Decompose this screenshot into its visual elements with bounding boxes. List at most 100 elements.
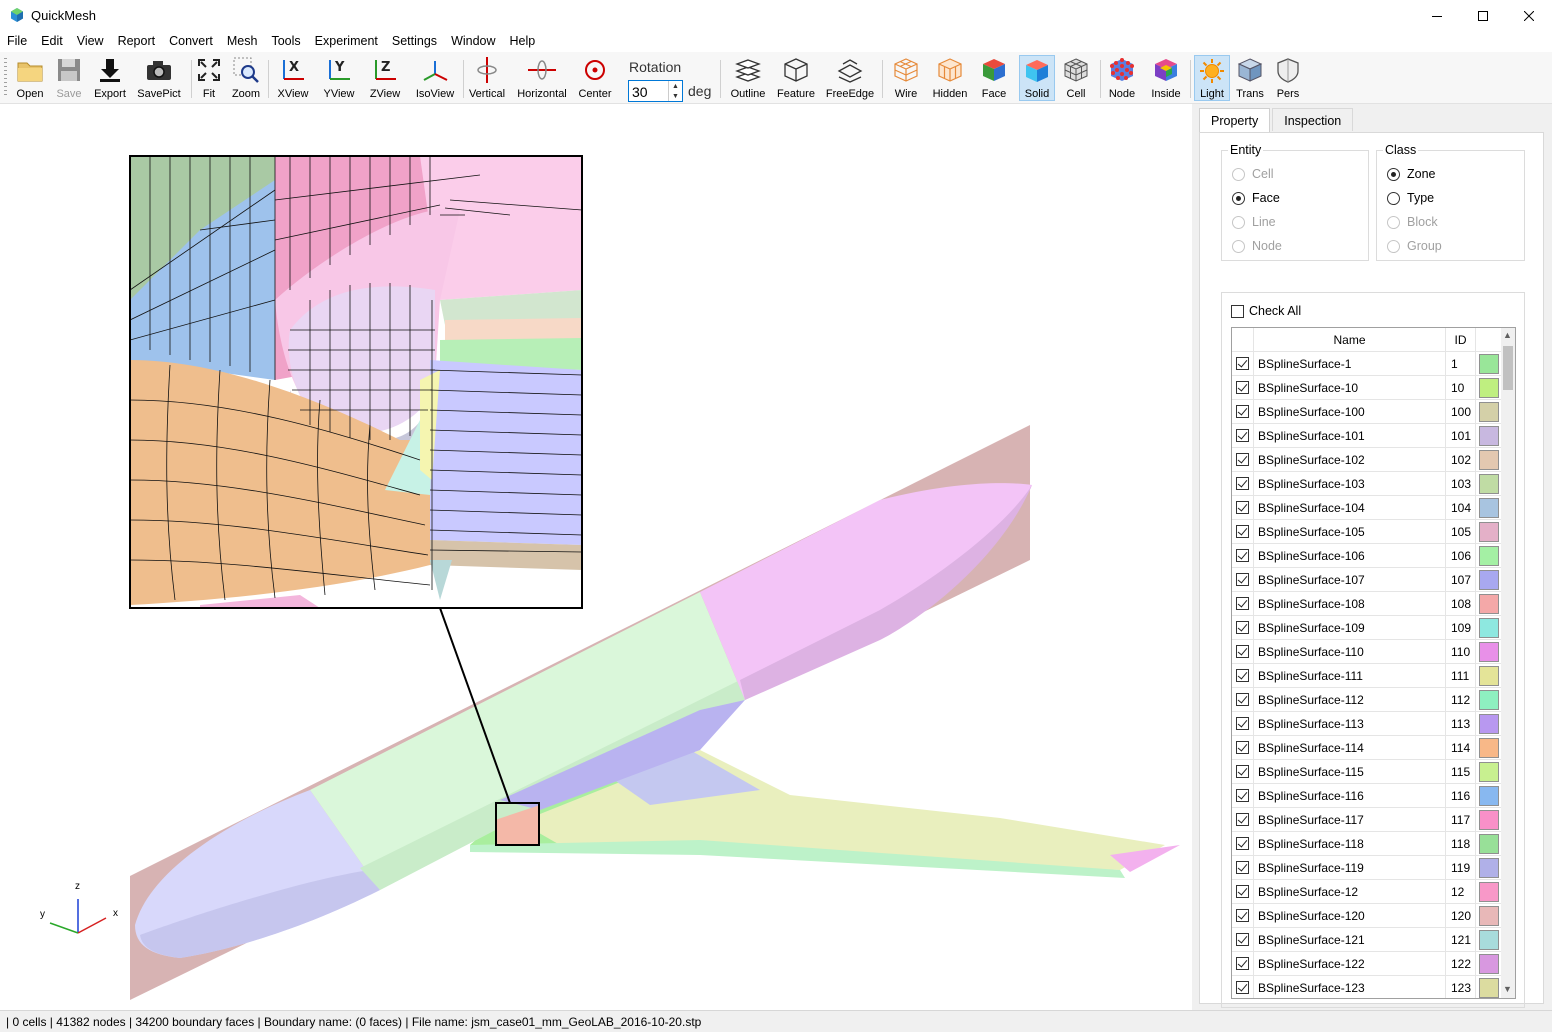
row-checkbox[interactable] — [1236, 429, 1249, 442]
menu-report[interactable]: Report — [111, 31, 163, 52]
row-check-cell[interactable] — [1232, 592, 1254, 616]
row-checkbox[interactable] — [1236, 357, 1249, 370]
aircraft-model-render[interactable] — [0, 104, 1192, 1010]
row-check-cell[interactable] — [1232, 616, 1254, 640]
color-swatch[interactable] — [1478, 425, 1499, 446]
table-scrollbar[interactable]: ▲ ▼ — [1501, 328, 1515, 998]
entity-radio-cell[interactable]: Cell — [1232, 167, 1274, 181]
color-swatch[interactable] — [1478, 473, 1499, 494]
column-header-id[interactable]: ID — [1446, 328, 1476, 352]
column-header-name[interactable]: Name — [1254, 328, 1446, 352]
table-row[interactable]: BSplineSurface-109 109 — [1232, 616, 1502, 640]
row-checkbox[interactable] — [1236, 957, 1249, 970]
row-color-cell[interactable] — [1476, 880, 1502, 904]
row-color-cell[interactable] — [1476, 784, 1502, 808]
row-check-cell[interactable] — [1232, 448, 1254, 472]
table-row[interactable]: BSplineSurface-116 116 — [1232, 784, 1502, 808]
menu-view[interactable]: View — [70, 31, 111, 52]
row-checkbox[interactable] — [1236, 525, 1249, 538]
color-swatch[interactable] — [1478, 665, 1499, 686]
row-color-cell[interactable] — [1476, 640, 1502, 664]
table-row[interactable]: BSplineSurface-102 102 — [1232, 448, 1502, 472]
zview-button[interactable]: Z ZView — [367, 55, 403, 101]
row-color-cell[interactable] — [1476, 832, 1502, 856]
row-checkbox[interactable] — [1236, 477, 1249, 490]
row-color-cell[interactable] — [1476, 664, 1502, 688]
isoview-button[interactable]: IsoView — [413, 55, 457, 101]
3d-viewport[interactable]: z y x — [0, 104, 1192, 1010]
hidden-button[interactable]: Hidden — [930, 55, 970, 101]
row-checkbox[interactable] — [1236, 861, 1249, 874]
maximize-button[interactable] — [1460, 0, 1506, 31]
color-swatch[interactable] — [1478, 449, 1499, 470]
row-color-cell[interactable] — [1476, 616, 1502, 640]
color-swatch[interactable] — [1478, 713, 1499, 734]
light-button[interactable]: Light — [1194, 55, 1230, 101]
color-swatch[interactable] — [1478, 497, 1499, 518]
menu-mesh[interactable]: Mesh — [220, 31, 265, 52]
row-check-cell[interactable] — [1232, 976, 1254, 998]
row-checkbox[interactable] — [1236, 573, 1249, 586]
row-check-cell[interactable] — [1232, 784, 1254, 808]
color-swatch[interactable] — [1478, 809, 1499, 830]
menu-edit[interactable]: Edit — [34, 31, 70, 52]
solid-button[interactable]: Solid — [1019, 55, 1055, 101]
row-color-cell[interactable] — [1476, 952, 1502, 976]
row-color-cell[interactable] — [1476, 712, 1502, 736]
menu-convert[interactable]: Convert — [162, 31, 220, 52]
row-checkbox[interactable] — [1236, 645, 1249, 658]
row-check-cell[interactable] — [1232, 640, 1254, 664]
rotation-spinbox[interactable]: 30 ▲ ▼ — [628, 80, 683, 102]
row-color-cell[interactable] — [1476, 424, 1502, 448]
entity-radio-face[interactable]: Face — [1232, 191, 1280, 205]
minimize-button[interactable] — [1414, 0, 1460, 31]
savepict-button[interactable]: SavePict — [136, 55, 182, 101]
row-checkbox[interactable] — [1236, 501, 1249, 514]
toolbar-grip[interactable] — [4, 58, 7, 98]
row-checkbox[interactable] — [1236, 621, 1249, 634]
scroll-up-icon[interactable]: ▲ — [1503, 330, 1512, 340]
menu-help[interactable]: Help — [503, 31, 543, 52]
table-row[interactable]: BSplineSurface-119 119 — [1232, 856, 1502, 880]
row-checkbox[interactable] — [1236, 693, 1249, 706]
close-button[interactable] — [1506, 0, 1552, 31]
row-checkbox[interactable] — [1236, 837, 1249, 850]
row-checkbox[interactable] — [1236, 981, 1249, 994]
table-row[interactable]: BSplineSurface-118 118 — [1232, 832, 1502, 856]
color-swatch[interactable] — [1478, 641, 1499, 662]
class-radio-type[interactable]: Type — [1387, 191, 1434, 205]
row-checkbox[interactable] — [1236, 813, 1249, 826]
row-checkbox[interactable] — [1236, 549, 1249, 562]
table-row[interactable]: BSplineSurface-114 114 — [1232, 736, 1502, 760]
row-color-cell[interactable] — [1476, 976, 1502, 998]
color-swatch[interactable] — [1478, 953, 1499, 974]
row-checkbox[interactable] — [1236, 885, 1249, 898]
feature-button[interactable]: Feature — [775, 55, 817, 101]
row-check-cell[interactable] — [1232, 400, 1254, 424]
color-swatch[interactable] — [1478, 785, 1499, 806]
color-swatch[interactable] — [1478, 521, 1499, 542]
row-color-cell[interactable] — [1476, 376, 1502, 400]
color-swatch[interactable] — [1478, 353, 1499, 374]
row-color-cell[interactable] — [1476, 904, 1502, 928]
table-row[interactable]: BSplineSurface-111 111 — [1232, 664, 1502, 688]
color-swatch[interactable] — [1478, 689, 1499, 710]
table-row[interactable]: BSplineSurface-122 122 — [1232, 952, 1502, 976]
color-swatch[interactable] — [1478, 545, 1499, 566]
tab-property[interactable]: Property — [1199, 108, 1271, 133]
check-all-checkbox[interactable]: Check All — [1231, 304, 1301, 318]
table-row[interactable]: BSplineSurface-12 12 — [1232, 880, 1502, 904]
row-color-cell[interactable] — [1476, 472, 1502, 496]
menu-experiment[interactable]: Experiment — [308, 31, 385, 52]
row-check-cell[interactable] — [1232, 952, 1254, 976]
center-button[interactable]: Center — [576, 55, 614, 101]
color-swatch[interactable] — [1478, 737, 1499, 758]
table-row[interactable]: BSplineSurface-100 100 — [1232, 400, 1502, 424]
scrollbar-thumb[interactable] — [1503, 346, 1513, 390]
class-radio-block[interactable]: Block — [1387, 215, 1438, 229]
row-check-cell[interactable] — [1232, 472, 1254, 496]
row-checkbox[interactable] — [1236, 453, 1249, 466]
color-swatch[interactable] — [1478, 593, 1499, 614]
color-swatch[interactable] — [1478, 881, 1499, 902]
entity-radio-line[interactable]: Line — [1232, 215, 1276, 229]
